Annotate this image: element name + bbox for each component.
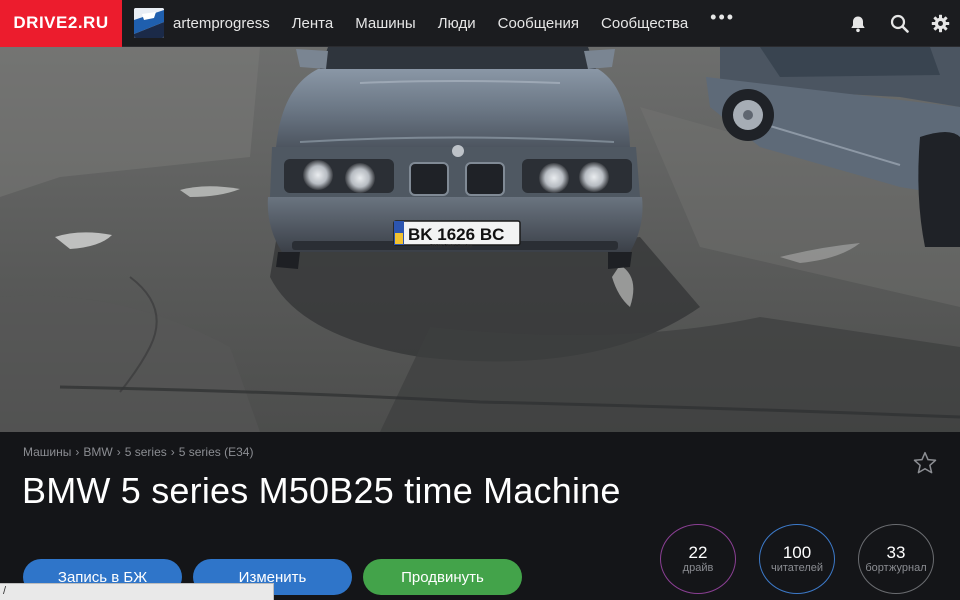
stat-logbook[interactable]: 33 бортжурнал (858, 524, 934, 594)
gear-icon[interactable] (930, 14, 950, 34)
page-title: BMW 5 series M50B25 time Machine (22, 470, 621, 511)
breadcrumb-model[interactable]: 5 series (125, 445, 167, 459)
site-logo[interactable]: DRIVE2.RU (0, 0, 122, 47)
stat-readers-label: читателей (770, 562, 823, 574)
stat-logbook-value: 33 (886, 543, 906, 562)
stat-drives-value: 22 (688, 543, 708, 562)
star-icon[interactable] (912, 450, 938, 476)
nav-item-communities[interactable]: Сообщества (601, 15, 688, 32)
top-navigation-bar: DRIVE2.RU artemprogress Лента Машины Люд… (0, 0, 960, 47)
nav-item-people[interactable]: Люди (438, 15, 476, 32)
stat-logbook-label: бортжурнал (865, 562, 927, 574)
nav-item-cars[interactable]: Машины (355, 15, 415, 32)
breadcrumb: Машины › BMW › 5 series › 5 series (E34) (23, 445, 253, 459)
more-menu-icon[interactable]: ••• (710, 8, 735, 29)
avatar (134, 8, 164, 38)
svg-text:BMW Club Ukraine: BMW Club Ukraine (430, 244, 473, 250)
stat-drives[interactable]: 22 драйв (660, 524, 736, 594)
breadcrumb-cars[interactable]: Машины (23, 445, 71, 459)
breadcrumb-generation[interactable]: 5 series (E34) (179, 445, 254, 459)
search-icon[interactable] (889, 14, 909, 34)
username: artemprogress (173, 14, 270, 32)
car-illustration: BK 1626 BC BMW Club Ukraine (267, 47, 643, 269)
car-info-panel: Машины › BMW › 5 series › 5 series (E34) BMW 5… (0, 432, 960, 600)
nav-item-feed[interactable]: Лента (292, 15, 334, 32)
user-profile-link[interactable]: artemprogress (134, 8, 270, 38)
breadcrumb-brand[interactable]: BMW (83, 445, 112, 459)
stat-readers[interactable]: 100 читателей (759, 524, 835, 594)
browser-status-bar: / (0, 583, 274, 600)
stat-readers-value: 100 (782, 543, 812, 562)
car-stats: 22 драйв 100 читателей 33 бортжурнал (660, 524, 934, 594)
nav-item-messages[interactable]: Сообщения (498, 15, 579, 32)
stat-drives-label: драйв (682, 562, 714, 574)
breadcrumb-separator: › (170, 445, 175, 459)
header-actions (827, 0, 950, 47)
breadcrumb-separator: › (116, 445, 121, 459)
main-nav: Лента Машины Люди Сообщения Сообщества •… (292, 8, 735, 32)
promote-button[interactable]: Продвинуть (363, 559, 522, 595)
bell-icon[interactable] (848, 14, 868, 34)
license-plate-text: BK 1626 BC (408, 225, 504, 244)
car-cover-photo[interactable]: BK 1626 BC BMW Club Ukraine (0, 47, 960, 432)
breadcrumb-separator: › (75, 445, 80, 459)
